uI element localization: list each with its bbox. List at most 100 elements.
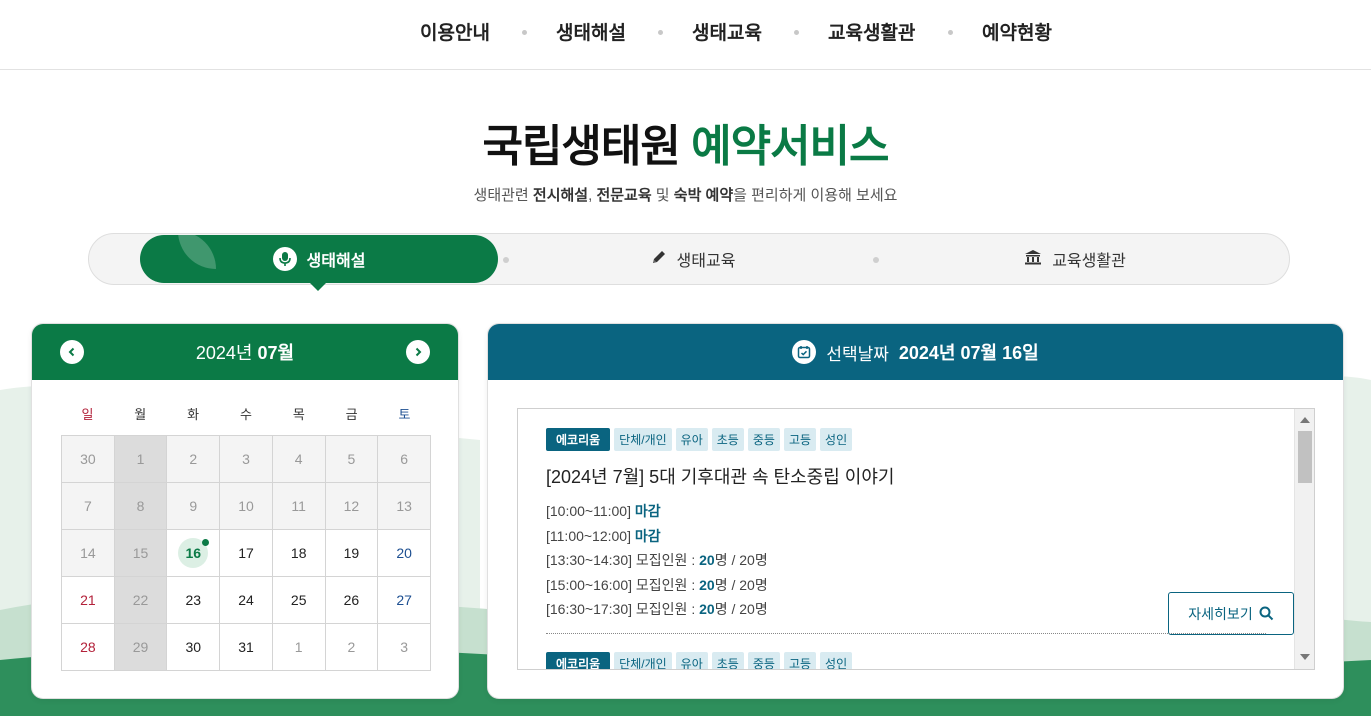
tab-education-lodge[interactable]: 교육생활관 [879, 234, 1271, 284]
calendar-day: 14 [62, 530, 115, 577]
calendar-month-label: 2024년 07월 [196, 339, 294, 365]
subtitle-text: 생태관련 [473, 187, 533, 204]
target-tag: 성인 [820, 652, 853, 669]
slot-capacity-current: 20 [699, 576, 715, 593]
calendar-day[interactable]: 24 [220, 577, 273, 624]
calendar-day: 2 [167, 436, 221, 483]
calendar-day: 30 [62, 436, 115, 483]
scrollbar-thumb[interactable] [1298, 431, 1312, 483]
target-tag: 고등 [783, 652, 817, 669]
view-details-button[interactable]: 자세히보기 [1168, 592, 1294, 635]
calendar-day[interactable]: 21 [62, 577, 115, 624]
selected-date-label: 선택날짜 [826, 344, 889, 364]
program-title[interactable]: [2024년 7월] 5대 기후대관 속 탄소중립 이야기 [546, 463, 1266, 489]
target-tag: 성인 [820, 428, 853, 451]
nav-item-eco-commentary[interactable]: 생태해설 [556, 18, 626, 45]
weekday-label: 화 [187, 407, 200, 422]
scroll-up-arrow-icon[interactable] [1300, 417, 1310, 423]
calendar-day[interactable]: 19 [325, 530, 379, 577]
program-item: 에코리움 단체/개인 유아 초등 중등 고등 성인 [2024년 7월] 5대 … [546, 428, 1294, 635]
slot-capacity-total: 명 / 20명 [714, 552, 768, 569]
prev-month-button[interactable] [60, 340, 84, 364]
weekday-label: 월 [134, 407, 147, 422]
slot-capacity-total: 명 / 20명 [714, 601, 768, 618]
tab-label: 생태교육 [676, 253, 736, 270]
nav-item-education-lodge[interactable]: 교육생활관 [828, 18, 915, 45]
slot-time: [15:00~16:00] [546, 576, 633, 593]
next-month-button[interactable] [406, 340, 430, 364]
tab-label: 교육생활관 [1052, 253, 1126, 270]
slot-time: [16:30~17:30] [546, 601, 633, 618]
search-icon [1259, 606, 1273, 621]
nav-separator-dot [794, 30, 799, 35]
calendar-day[interactable]: 20 [378, 530, 431, 577]
target-tag: 단체/개인 [614, 652, 672, 669]
weekday-label: 금 [345, 407, 358, 422]
calendar-day: 15 [114, 530, 168, 577]
program-list[interactable]: 에코리움 단체/개인 유아 초등 중등 고등 성인 [2024년 7월] 5대 … [517, 408, 1315, 670]
program-list-card: 선택날짜 2024년 07월 16일 에코리움 단체/개인 유아 초등 중등 고… [487, 323, 1344, 699]
tab-eco-education[interactable]: 생태교육 [509, 234, 877, 284]
calendar-day: 3 [378, 624, 431, 671]
nav-separator-dot [658, 30, 663, 35]
page-subtitle: 생태관련 전시해설, 전문교육 및 숙박 예약을 편리하게 이용해 보세요 [0, 184, 1371, 205]
microphone-icon [272, 247, 297, 271]
program-tags: 에코리움 단체/개인 유아 초등 중등 고등 성인 [546, 428, 1266, 451]
selected-date-value: 2024년 07월 16일 [898, 343, 1039, 363]
time-slot: [13:30~14:30] 모집인원 : 20명 / 20명 [546, 548, 1266, 573]
pencil-icon [651, 249, 667, 270]
calendar-day[interactable]: 28 [62, 624, 115, 671]
target-tag: 유아 [675, 652, 708, 669]
slot-time: [13:30~14:30] [546, 552, 633, 569]
calendar-day: 2 [325, 624, 379, 671]
page-title: 국립생태원 예약서비스 [0, 110, 1371, 174]
slot-status-closed: 마감 [634, 503, 661, 519]
calendar-day: 5 [325, 436, 379, 483]
target-tag: 고등 [783, 428, 817, 451]
page-title-main: 국립생태원 [482, 122, 680, 171]
page-title-accent: 예약서비스 [691, 122, 889, 171]
calendar-day: 11 [272, 483, 326, 530]
calendar-day: 10 [220, 483, 273, 530]
slot-capacity-current: 20 [699, 552, 715, 569]
time-slot: [11:00~12:00] 마감 [546, 524, 1266, 549]
calendar-day[interactable]: 25 [272, 577, 326, 624]
leaf-decoration [178, 235, 216, 269]
calendar-day[interactable]: 26 [325, 577, 379, 624]
calendar-day[interactable]: 23 [167, 577, 221, 624]
calendar-day: 1 [114, 436, 168, 483]
calendar-day[interactable]: 18 [272, 530, 326, 577]
target-tag: 초등 [711, 428, 744, 451]
slot-time: [10:00~11:00] [546, 503, 631, 519]
calendar-day-selected[interactable]: 16 [167, 530, 221, 577]
calendar-grid: 30 1 2 3 4 5 6 7 8 9 10 11 12 13 14 15 1… [61, 435, 431, 671]
nav-item-reservation-status[interactable]: 예약현황 [982, 18, 1052, 45]
slot-capacity-label: 모집인원 : [635, 576, 700, 593]
time-slot: [16:30~17:30] 모집인원 : 20명 / 20명 [546, 597, 1266, 622]
subtitle-bold: 전문교육 [596, 187, 652, 204]
calendar-day: 7 [62, 483, 115, 530]
calendar-day: 9 [167, 483, 221, 530]
chevron-left-icon [68, 347, 75, 357]
slot-capacity-total: 명 / 20명 [714, 576, 768, 593]
scroll-down-arrow-icon[interactable] [1300, 654, 1310, 660]
selected-day-marker: 16 [178, 538, 210, 568]
subtitle-bold: 전시해설 [532, 187, 589, 204]
calendar-month: 07월 [257, 343, 295, 363]
time-slot: [10:00~11:00] 마감 [546, 499, 1266, 524]
nav-separator-dot [522, 30, 527, 35]
calendar-day[interactable]: 17 [220, 530, 273, 577]
selected-day-number: 16 [185, 545, 202, 561]
calendar-day: 12 [325, 483, 379, 530]
tab-eco-commentary[interactable]: 생태해설 [140, 235, 498, 283]
subtitle-bold: 숙박 예약 [673, 187, 734, 204]
slot-status-closed: 마감 [634, 527, 661, 544]
calendar-header: 2024년 07월 [32, 324, 458, 380]
calendar-day[interactable]: 30 [167, 624, 221, 671]
nav-item-guide[interactable]: 이용안내 [420, 18, 490, 45]
calendar-day[interactable]: 31 [220, 624, 273, 671]
calendar-day[interactable]: 27 [378, 577, 431, 624]
list-scrollbar[interactable] [1294, 409, 1314, 669]
subtitle-text: 및 [651, 187, 674, 204]
nav-item-eco-education[interactable]: 생태교육 [692, 18, 762, 45]
